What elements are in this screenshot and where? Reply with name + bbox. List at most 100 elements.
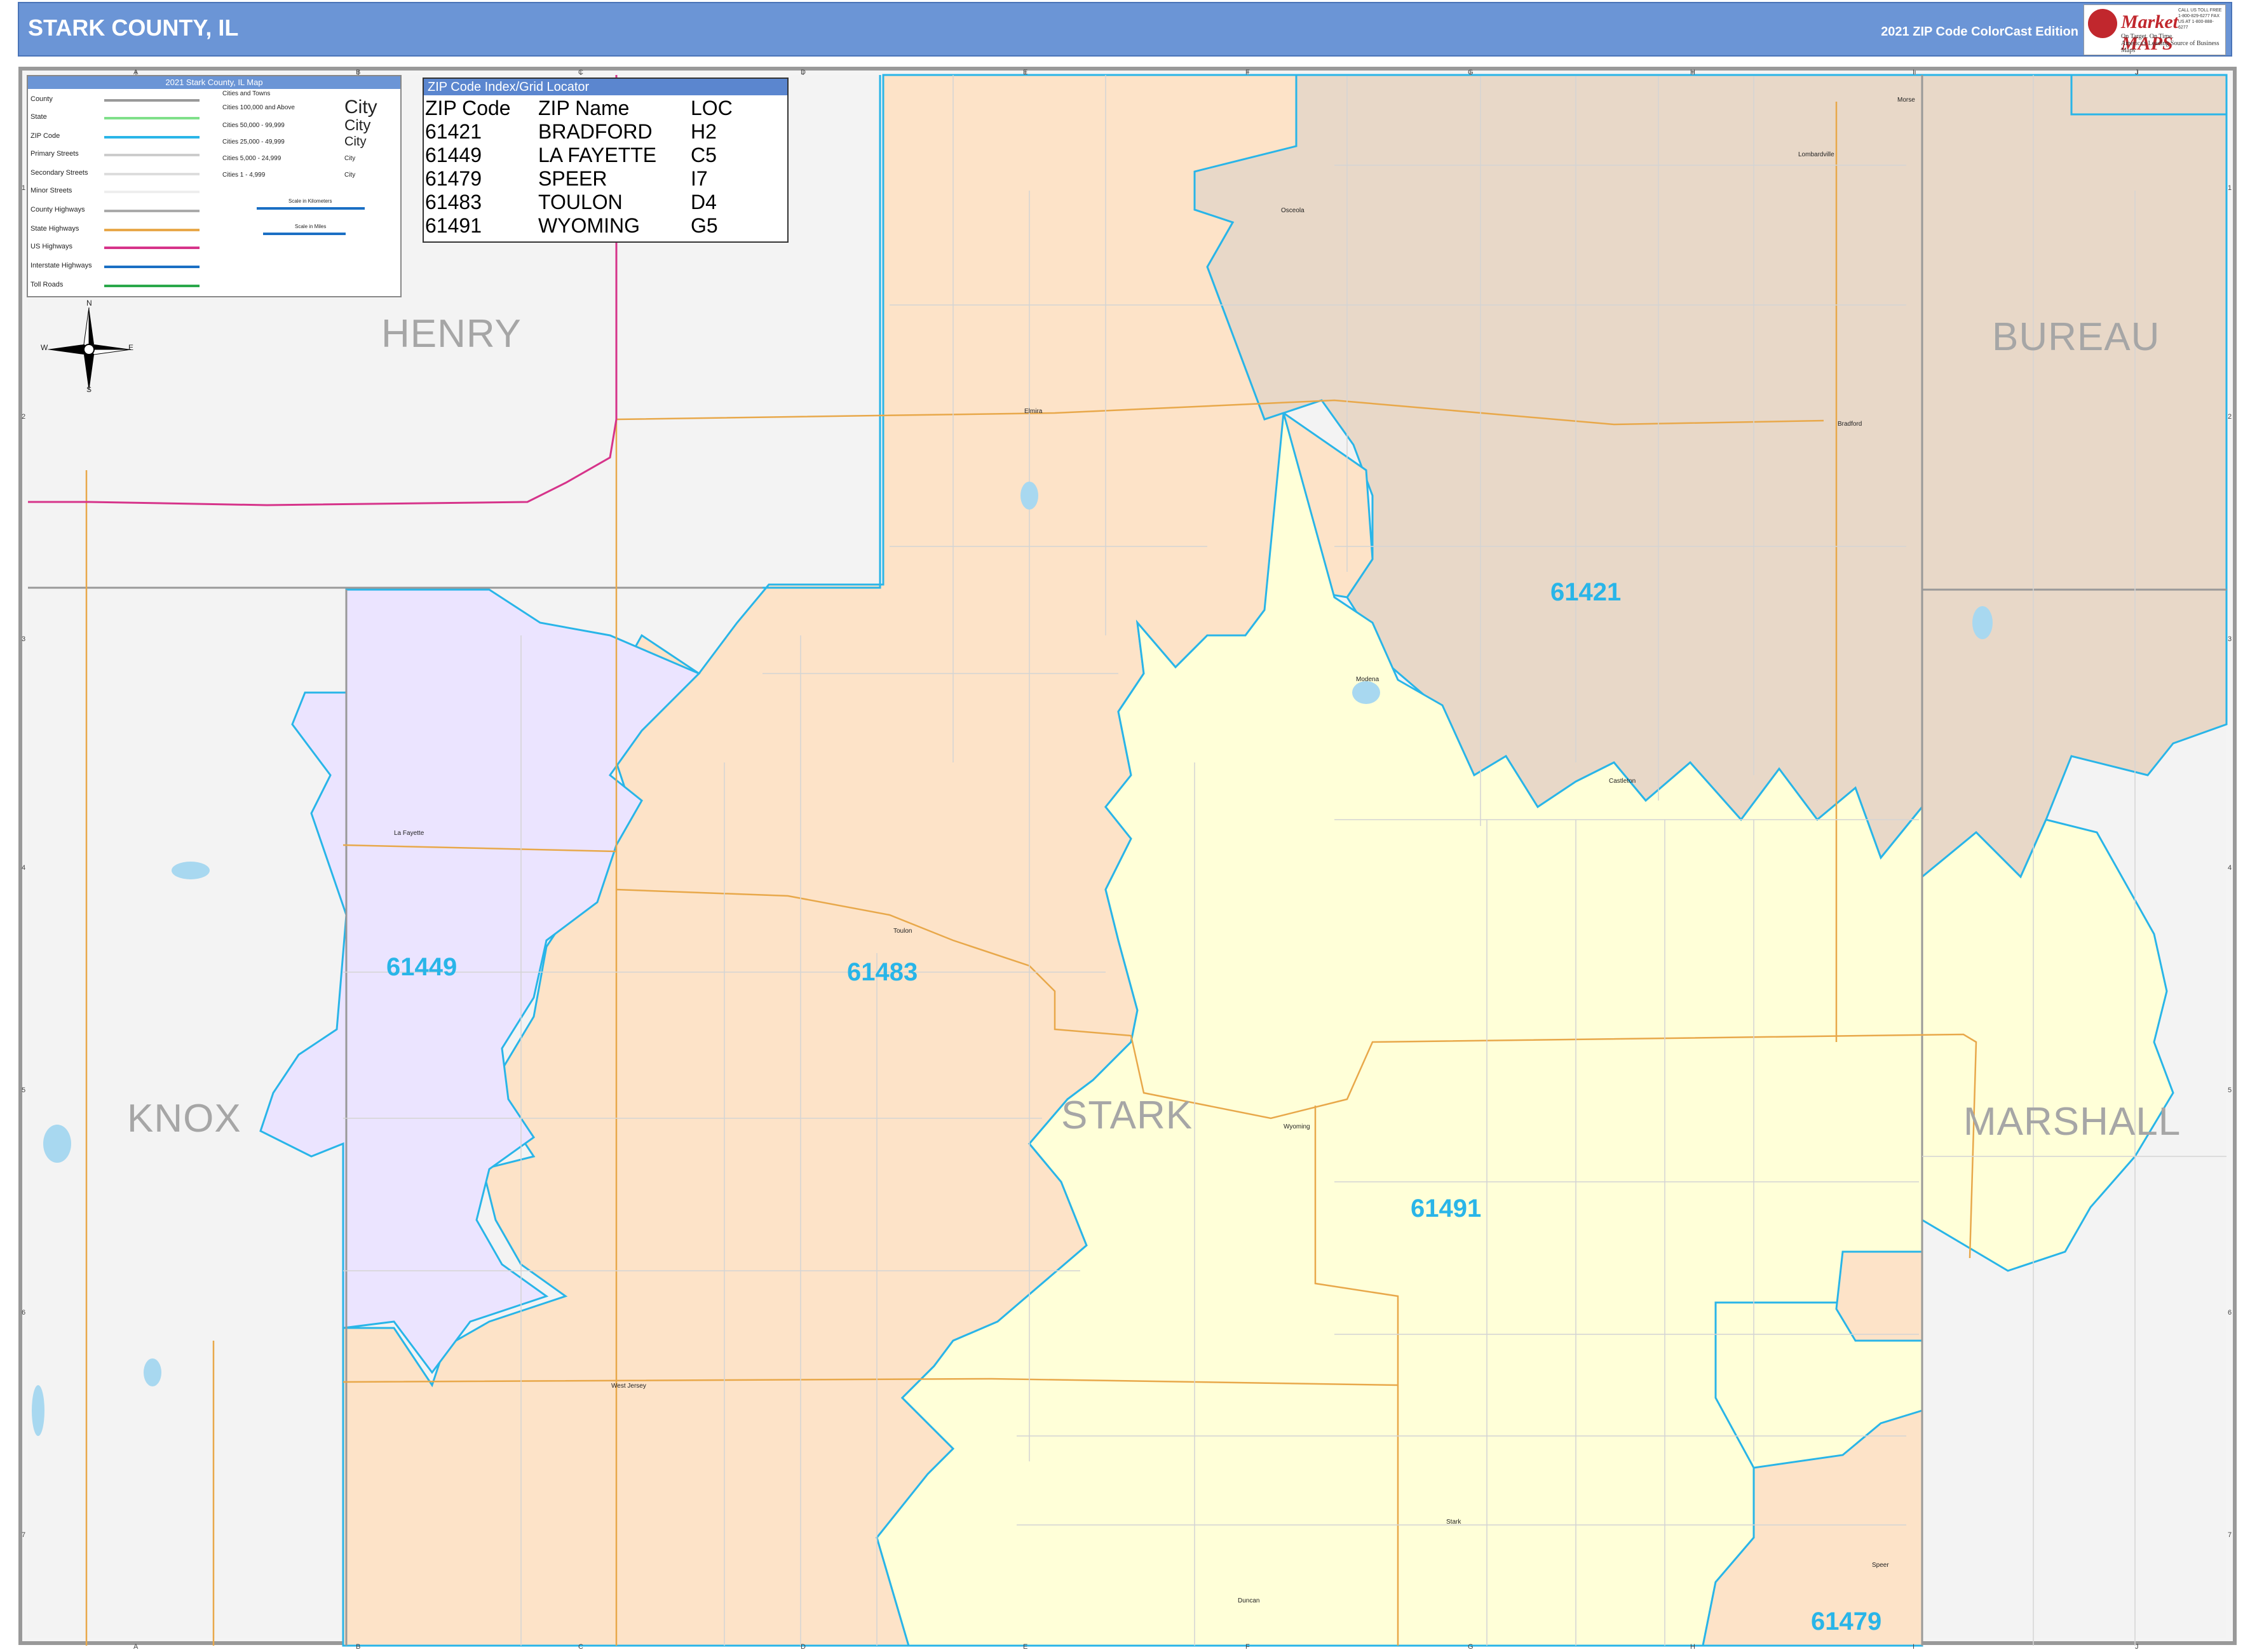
grid-letter: D: [801, 69, 806, 76]
legend-item: County Highways: [30, 206, 85, 213]
zip-name: SPEER: [538, 167, 607, 190]
legend-swatch-zip: [104, 136, 200, 139]
grid-number: 6: [2228, 1309, 2232, 1317]
table-row: 61421 BRADFORD H2: [425, 120, 787, 144]
zip-code: 61421: [425, 120, 482, 143]
grid-letter: C: [578, 1643, 583, 1651]
town-label: Bradford: [1838, 421, 1862, 428]
legend-scale-mi: Scale in Miles: [295, 224, 327, 229]
legend-item: State: [30, 113, 47, 121]
town-label: West Jersey: [611, 1383, 646, 1390]
town-label: Wyoming: [1284, 1123, 1310, 1130]
table-row: 61491 WYOMING G5: [425, 214, 787, 238]
grid-letter: C: [578, 69, 583, 76]
grid-letter: J: [2135, 69, 2139, 76]
compass-west: W: [41, 343, 48, 352]
town-label: Toulon: [893, 928, 912, 935]
county-label-marshall: MARSHALL: [1963, 1100, 2181, 1144]
zip-index-header-row: ZIP Code ZIP Name LOC: [425, 97, 787, 120]
legend-scale-km: Scale in Kilometers: [288, 198, 332, 204]
legend-city-size: Cities 50,000 - 99,999: [222, 122, 285, 129]
grid-letter: D: [801, 1643, 806, 1651]
legend-swatch-interstate: [104, 266, 200, 268]
legend-swatch-county-hwy: [104, 210, 200, 212]
compass-east: E: [128, 343, 134, 352]
town-label: Modena: [1356, 676, 1379, 683]
grid-letter: B: [356, 1643, 361, 1651]
zip-label-61491: 61491: [1411, 1195, 1482, 1222]
zip-index-title: ZIP Code Index/Grid Locator: [424, 79, 787, 95]
grid-letter: G: [1468, 1643, 1474, 1651]
grid-number: 3: [22, 635, 26, 643]
legend-city-sample: City: [344, 172, 356, 179]
grid-letter: H: [1690, 69, 1695, 76]
legend-item: Minor Streets: [30, 187, 72, 194]
county-label-henry: HENRY: [381, 312, 522, 356]
grid-number: 3: [2228, 635, 2232, 643]
compass-north: N: [86, 299, 92, 308]
county-label-bureau: BUREAU: [1992, 315, 2160, 359]
grid-letter: J: [2135, 1643, 2139, 1651]
zip-loc: H2: [691, 120, 717, 143]
legend-city-size: Cities 25,000 - 49,999: [222, 139, 285, 146]
town-label: Lombardville: [1798, 151, 1834, 158]
zip-label-61449: 61449: [386, 953, 457, 981]
zip-area-61479-north: [1835, 1250, 1923, 1342]
county-label-knox: KNOX: [127, 1097, 241, 1141]
zip-code: 61491: [425, 214, 482, 237]
legend-city-sample: City: [344, 155, 356, 162]
zip-name: BRADFORD: [538, 120, 653, 143]
town-label: Elmira: [1024, 408, 1043, 415]
grid-number: 2: [22, 413, 26, 421]
legend-swatch-state-hwy: [104, 229, 200, 231]
grid-letter: I: [1913, 1643, 1915, 1651]
legend-city-sample: City: [344, 117, 371, 134]
legend-swatch-toll: [104, 285, 200, 287]
legend-item: State Highways: [30, 225, 79, 233]
scale-bar-km: [257, 207, 365, 210]
zip-name: TOULON: [538, 191, 623, 213]
town-label: Castleton: [1609, 778, 1636, 785]
grid-letter: E: [1023, 69, 1028, 76]
grid-number: 1: [2228, 184, 2232, 192]
scale-bar-mi: [263, 233, 346, 235]
legend-swatch-county: [104, 99, 200, 102]
legend-city-size: Cities 1 - 4,999: [222, 172, 266, 179]
town-label: Morse: [1897, 97, 1915, 104]
zip-loc: D4: [691, 191, 717, 213]
legend-swatch-state: [104, 117, 200, 119]
town-label: Osceola: [1281, 207, 1305, 214]
column-header: ZIP Name: [538, 97, 630, 119]
zip-index-table: ZIP Code Index/Grid Locator ZIP Code ZIP…: [423, 78, 789, 243]
column-header: ZIP Code: [425, 97, 511, 119]
grid-number: 4: [2228, 864, 2232, 872]
zip-code: 61449: [425, 144, 482, 166]
column-header: LOC: [691, 97, 733, 119]
grid-letter: H: [1690, 1643, 1695, 1651]
compass-south: S: [86, 385, 92, 394]
town-label: La Fayette: [394, 830, 424, 837]
table-row: 61479 SPEER I7: [425, 167, 787, 191]
zip-code: 61479: [425, 167, 482, 190]
map-legend: 2021 Stark County, IL Map County State Z…: [27, 75, 402, 297]
legend-city-size: Cities 100,000 and Above: [222, 104, 295, 111]
legend-title: 2021 Stark County, IL Map: [28, 76, 400, 89]
legend-item: Primary Streets: [30, 150, 79, 158]
legend-swatch-secondary: [104, 173, 200, 175]
grid-letter: F: [1245, 69, 1250, 76]
zip-label-61483: 61483: [847, 958, 918, 986]
town-label: Stark: [1446, 1519, 1461, 1526]
legend-item: Toll Roads: [30, 281, 64, 288]
zip-name: WYOMING: [538, 214, 640, 237]
grid-number: 5: [22, 1087, 26, 1094]
zip-loc: I7: [691, 167, 708, 190]
table-row: 61483 TOULON D4: [425, 191, 787, 214]
legend-city-size: Cities 5,000 - 24,999: [222, 155, 281, 162]
legend-item: ZIP Code: [30, 132, 60, 140]
grid-number: 6: [22, 1309, 26, 1317]
zip-name: LA FAYETTE: [538, 144, 657, 166]
legend-cities-header: Cities and Towns: [222, 90, 271, 97]
legend-city-sample: City: [344, 97, 377, 118]
zip-code: 61483: [425, 191, 482, 213]
legend-swatch-primary: [104, 154, 200, 156]
